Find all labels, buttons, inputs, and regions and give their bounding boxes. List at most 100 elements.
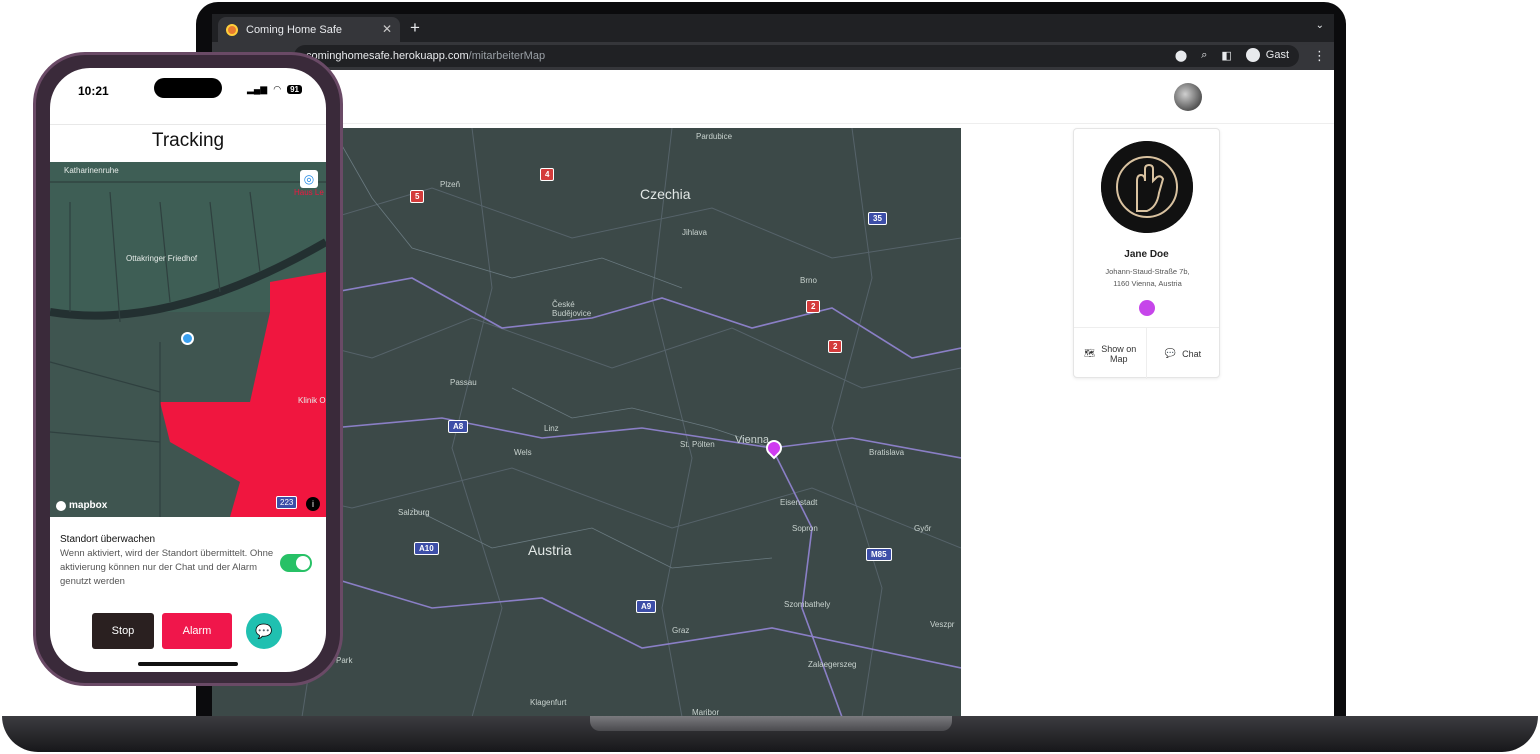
map-label-bratislava: Bratislava bbox=[869, 448, 905, 457]
road-shield: A10 bbox=[414, 542, 439, 555]
employee-address: Johann-Staud-Straße 7b, 1160 Vienna, Aus… bbox=[1084, 266, 1211, 290]
chat-bubble-icon: 💬 bbox=[1164, 348, 1177, 358]
road-shield: 223 bbox=[276, 496, 298, 509]
mapbox-logo-icon bbox=[56, 500, 66, 511]
phone-actions: Stop Alarm 💬 bbox=[92, 613, 282, 649]
road-shield: M85 bbox=[866, 548, 892, 561]
home-indicator bbox=[138, 662, 238, 666]
map-label-sopron: Sopron bbox=[792, 524, 818, 533]
wifi-icon: ◠ bbox=[273, 84, 282, 94]
status-indicator bbox=[1139, 300, 1155, 316]
map-label-jihlava: Jihlava bbox=[682, 228, 707, 237]
mapbox-logo: mapbox bbox=[56, 500, 107, 511]
employee-card: Jane Doe Johann-Staud-Straße 7b, 1160 Vi… bbox=[1073, 128, 1220, 379]
browser-menu-icon[interactable]: ⋮ bbox=[1313, 48, 1326, 64]
marketing-mockup: Coming Home Safe ✕ + ⌄ cominghomesafe.he… bbox=[0, 0, 1540, 754]
browser-tab-strip: Coming Home Safe ✕ + ⌄ bbox=[212, 14, 1334, 42]
new-tab-icon[interactable]: + bbox=[410, 18, 420, 38]
show-on-map-line-2: Map bbox=[1109, 353, 1128, 364]
map-label-ottakringer-friedhof: Ottakringer Friedhof bbox=[126, 254, 198, 263]
map-label-austria: Austria bbox=[528, 542, 572, 558]
info-icon[interactable]: i bbox=[306, 497, 320, 511]
address-bar[interactable]: cominghomesafe.herokuapp.com/mitarbeiter… bbox=[294, 45, 1299, 67]
show-on-map-button[interactable]: 🗺 Show on Map bbox=[1074, 328, 1146, 379]
road-shield: 5 bbox=[410, 190, 425, 203]
map-label-zalaegerszeg: Zalaegerszeg bbox=[808, 660, 857, 669]
tracking-description: Wenn aktiviert, wird der Standort übermi… bbox=[60, 548, 274, 587]
close-tab-icon[interactable]: ✕ bbox=[382, 22, 392, 36]
url-path: /mitarbeiterMap bbox=[468, 50, 546, 62]
road-shield: 2 bbox=[828, 340, 843, 353]
dynamic-island bbox=[154, 78, 222, 98]
map-icon: 🗺 bbox=[1083, 348, 1096, 358]
system-icons: ▂▄▆ ◠ 91 bbox=[247, 84, 302, 95]
browser-tab[interactable]: Coming Home Safe ✕ bbox=[218, 17, 400, 42]
card-actions: 🗺 Show on Map 💬 Chat bbox=[1074, 327, 1219, 379]
url-host: cominghomesafe.herokuapp.com bbox=[306, 50, 469, 62]
map-label-klinik: Klinik O bbox=[298, 396, 326, 405]
zoom-icon[interactable]: ⌕ bbox=[1201, 49, 1207, 62]
map-label-klagenfurt: Klagenfurt bbox=[530, 698, 567, 707]
road-shield: 35 bbox=[868, 212, 887, 225]
chat-button[interactable]: 💬 Chat bbox=[1146, 328, 1219, 379]
address-line-1: Johann-Staud-Straße 7b, bbox=[1105, 267, 1190, 276]
map-label-plzen: Plzeň bbox=[440, 180, 461, 189]
stop-button[interactable]: Stop bbox=[92, 613, 154, 649]
map-label-gyor: Győr bbox=[914, 524, 932, 533]
clock: 10:21 bbox=[78, 84, 109, 98]
laptop-screen: Coming Home Safe ✕ + ⌄ cominghomesafe.he… bbox=[212, 14, 1334, 717]
site-favicon-icon bbox=[226, 23, 238, 36]
browser-toolbar: cominghomesafe.herokuapp.com/mitarbeiter… bbox=[212, 42, 1334, 70]
map-label-brno: Brno bbox=[800, 276, 817, 285]
map-label-veszprem: Veszpr bbox=[930, 620, 955, 629]
tab-title: Coming Home Safe bbox=[246, 23, 342, 36]
map-label-ceske-budejovice: České Budějovice bbox=[552, 300, 592, 318]
map-label-st-polten: St. Pölten bbox=[680, 440, 715, 449]
title-divider bbox=[50, 124, 326, 125]
road-shield: 4 bbox=[540, 168, 555, 181]
address-line-2: 1160 Vienna, Austria bbox=[1113, 279, 1182, 288]
tracking-map[interactable]: Katharinenruhe Ottakringer Friedhof Klin… bbox=[50, 162, 326, 517]
show-on-map-label: Show on Map bbox=[1101, 344, 1136, 364]
laptop-hinge bbox=[590, 716, 952, 731]
side-panel-icon[interactable]: ◧ bbox=[1221, 49, 1231, 62]
location-pin-icon[interactable]: ⬤ bbox=[1175, 49, 1187, 62]
locate-me-icon[interactable]: ◎ bbox=[300, 170, 318, 188]
profile-label: Gast bbox=[1265, 49, 1289, 61]
battery-icon: 91 bbox=[287, 85, 302, 94]
chat-fab[interactable]: 💬 bbox=[246, 613, 282, 649]
alarm-button[interactable]: Alarm bbox=[162, 613, 232, 649]
app-header bbox=[212, 70, 1334, 124]
map-label-czechia: Czechia bbox=[640, 186, 691, 202]
mapbox-wordmark: mapbox bbox=[69, 500, 108, 511]
profile-picture bbox=[1101, 141, 1193, 233]
road-shield: A9 bbox=[636, 600, 657, 613]
page-title: Tracking bbox=[151, 130, 225, 151]
current-location-dot bbox=[181, 332, 194, 345]
map-label-katharinenruhe: Katharinenruhe bbox=[64, 166, 119, 175]
show-on-map-line-1: Show on bbox=[1101, 343, 1137, 354]
map-label-wels: Wels bbox=[514, 448, 532, 457]
chat-bubble-icon: 💬 bbox=[255, 622, 273, 639]
tracking-title: Standort überwachen bbox=[60, 534, 156, 545]
tab-search-chevron-icon[interactable]: ⌄ bbox=[1316, 20, 1324, 31]
chat-label: Chat bbox=[1182, 348, 1202, 359]
signal-icon: ▂▄▆ bbox=[247, 84, 268, 94]
tracking-settings: Standort überwachen Wenn aktiviert, wird… bbox=[60, 534, 320, 589]
phone-status-bar: 10:21 ▂▄▆ ◠ 91 bbox=[50, 68, 326, 112]
tracking-toggle[interactable] bbox=[280, 554, 312, 572]
user-avatar[interactable] bbox=[1174, 83, 1202, 111]
map-label-passau: Passau bbox=[450, 378, 477, 387]
phone-frame: 10:21 ▂▄▆ ◠ 91 Tracking Katharinenruhe O… bbox=[33, 52, 343, 686]
map-label-linz: Linz bbox=[544, 424, 559, 433]
map-label-eisenstadt: Eisenstadt bbox=[780, 498, 818, 507]
road-shield: 2 bbox=[806, 300, 821, 313]
map-label-park: Park bbox=[336, 656, 353, 665]
map-label-pardubice: Pardubice bbox=[696, 132, 733, 141]
employee-name: Jane Doe bbox=[1124, 249, 1169, 260]
profile-button[interactable]: Gast bbox=[1245, 48, 1289, 62]
phone-screen: 10:21 ▂▄▆ ◠ 91 Tracking Katharinenruhe O… bbox=[50, 68, 326, 672]
map-label-szombathely: Szombathely bbox=[784, 600, 831, 609]
guest-avatar-icon bbox=[1245, 48, 1260, 62]
map-label-haus: Haus Le bbox=[294, 188, 324, 197]
